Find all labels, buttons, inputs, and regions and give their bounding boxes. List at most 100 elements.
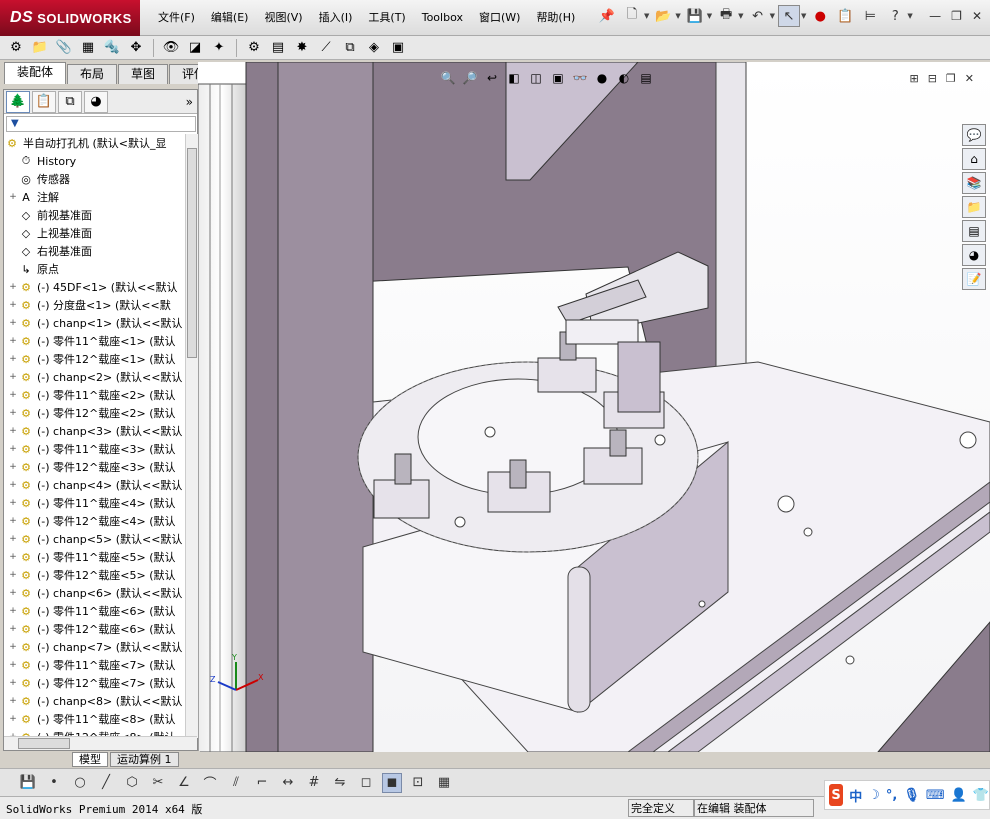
tree-node[interactable]: + ⚙ (-) 零件11^载座<6> (默认 <box>4 602 184 620</box>
expand-toggle-icon[interactable]: + <box>8 660 18 670</box>
grid-icon[interactable]: # <box>304 773 324 793</box>
tree-node[interactable]: + ⚙ (-) 零件12^载座<5> (默认 <box>4 566 184 584</box>
display-style-icon[interactable]: ▣ <box>550 70 566 86</box>
zoom-to-area-icon[interactable]: 🔎 <box>462 70 478 86</box>
tree-node[interactable]: + ⚙ (-) chanp<6> (默认<<默认 <box>4 584 184 602</box>
tree-node[interactable]: + ⚙ (-) 零件11^载座<2> (默认 <box>4 386 184 404</box>
edit-component-icon[interactable]: ⚙ <box>6 38 26 58</box>
expand-toggle-icon[interactable]: + <box>8 192 18 202</box>
expand-toggle-icon[interactable]: + <box>8 300 18 310</box>
bill-of-materials-icon[interactable]: ▤ <box>268 38 288 58</box>
expand-toggle-icon[interactable]: + <box>8 624 18 634</box>
expand-toggle-icon[interactable]: + <box>8 714 18 724</box>
tree-node[interactable]: + ⚙ (-) 零件12^载座<3> (默认 <box>4 458 184 476</box>
apply-scene-icon[interactable]: ◐ <box>616 70 632 86</box>
edit-appearance-icon[interactable]: ● <box>594 70 610 86</box>
new-document-icon[interactable]: 🗋 <box>621 5 643 27</box>
tree-node[interactable]: + A 注解 <box>4 188 184 206</box>
polygon-icon[interactable]: ⬡ <box>122 773 142 793</box>
tree-node[interactable]: + ⚙ (-) chanp<1> (默认<<默认 <box>4 314 184 332</box>
table-icon[interactable]: ▦ <box>434 773 454 793</box>
command-tab[interactable]: 装配体 <box>4 62 67 84</box>
menu-item[interactable]: 工具(T) <box>360 9 413 27</box>
expand-toggle-icon[interactable]: + <box>8 354 18 364</box>
section-view-icon[interactable]: ◧ <box>506 70 522 86</box>
restore-icon[interactable]: ❐ <box>951 9 962 23</box>
property-manager-tab-icon[interactable]: 📋 <box>32 90 56 113</box>
display-manager-tab-icon[interactable]: ◕ <box>84 90 108 113</box>
menu-item[interactable]: 视图(V) <box>256 9 310 27</box>
rebuild-traffic-light-icon[interactable]: ● <box>809 5 831 27</box>
cube-outline-icon[interactable]: ◻ <box>356 773 376 793</box>
command-tab[interactable]: 草图 <box>118 64 169 84</box>
tree-node[interactable]: + ⚙ (-) chanp<3> (默认<<默认 <box>4 422 184 440</box>
expand-toggle-icon[interactable]: + <box>8 642 18 652</box>
configuration-manager-tab-icon[interactable]: ⧉ <box>58 90 82 113</box>
expand-toggle-icon[interactable]: + <box>8 444 18 454</box>
tree-node[interactable]: ⚙ 半自动打孔机 (默认<默认_显 <box>4 134 184 152</box>
dimension-icon[interactable]: ↔ <box>278 773 298 793</box>
sogou-logo-icon[interactable]: S <box>829 784 844 806</box>
tree-node[interactable]: + ⚙ (-) chanp<5> (默认<<默认 <box>4 530 184 548</box>
save-icon[interactable]: 💾 <box>18 773 38 793</box>
pin-icon[interactable]: 📌 <box>596 5 618 27</box>
model-tab[interactable]: 运动算例 1 <box>110 751 179 767</box>
user-icon[interactable]: 👤 <box>951 788 967 803</box>
new-dropdown-icon[interactable]: ▼ <box>644 12 649 20</box>
save-icon[interactable]: 💾 <box>684 5 706 27</box>
half-width-moon-icon[interactable]: ☽ <box>868 788 880 803</box>
tree-node[interactable]: + ⚙ (-) 45DF<1> (默认<<默认 <box>4 278 184 296</box>
expand-toggle-icon[interactable]: + <box>8 696 18 706</box>
expand-toggle-icon[interactable]: + <box>8 390 18 400</box>
select-dropdown-icon[interactable]: ▼ <box>801 12 806 20</box>
tree-node[interactable]: + ⚙ (-) 零件11^载座<5> (默认 <box>4 548 184 566</box>
home-icon[interactable]: ⌂ <box>962 148 986 170</box>
print-dropdown-icon[interactable]: ▼ <box>738 12 743 20</box>
expand-toggle-icon[interactable]: + <box>8 570 18 580</box>
design-library-icon[interactable]: 📚 <box>962 172 986 194</box>
expand-toggle-icon[interactable]: + <box>8 336 18 346</box>
show-hidden-components-icon[interactable]: 👁 <box>161 38 181 58</box>
tree-node[interactable]: + ⚙ (-) 零件11^载座<4> (默认 <box>4 494 184 512</box>
shaded-cube-icon[interactable]: ◼ <box>382 772 402 793</box>
feature-tree-tab-icon[interactable]: 🌲 <box>6 90 30 113</box>
tree-horizontal-scrollbar[interactable] <box>4 736 197 750</box>
graphics-area[interactable]: Y X Z <box>198 62 990 752</box>
interference-detection-icon[interactable]: ⧉ <box>340 38 360 58</box>
circle-icon[interactable]: ○ <box>70 773 90 793</box>
tree-node[interactable]: + ⚙ (-) chanp<8> (默认<<默认 <box>4 692 184 710</box>
hide-show-items-icon[interactable]: 👓 <box>572 70 588 86</box>
keyboard-icon[interactable]: ⌨ <box>926 788 945 803</box>
instant3d-icon[interactable]: ▣ <box>388 38 408 58</box>
line-icon[interactable]: ╱ <box>96 773 116 793</box>
tree-node[interactable]: ◇ 右视基准面 <box>4 242 184 260</box>
expand-panel-icon[interactable]: » <box>186 95 193 109</box>
clearance-verification-icon[interactable]: ◈ <box>364 38 384 58</box>
doc-restore-icon[interactable]: ❐ <box>946 72 956 85</box>
open-folder-icon[interactable]: 📂 <box>652 5 674 27</box>
tree-node[interactable]: ◇ 上视基准面 <box>4 224 184 242</box>
close-icon[interactable]: ✕ <box>972 9 982 23</box>
tree-node[interactable]: ◇ 前视基准面 <box>4 206 184 224</box>
point-icon[interactable]: • <box>44 773 64 793</box>
tree-node[interactable]: + ⚙ (-) 零件11^载座<1> (默认 <box>4 332 184 350</box>
scroll-thumb[interactable] <box>18 738 70 749</box>
insert-component-icon[interactable]: 📁 <box>30 38 50 58</box>
options-icon[interactable]: ⊨ <box>859 5 881 27</box>
measure-icon[interactable]: ⊡ <box>408 773 428 793</box>
expand-toggle-icon[interactable]: + <box>8 552 18 562</box>
tree-vertical-scrollbar[interactable] <box>185 134 198 738</box>
exploded-view-icon[interactable]: ✸ <box>292 38 312 58</box>
tree-node[interactable]: + ⚙ (-) chanp<7> (默认<<默认 <box>4 638 184 656</box>
new-motion-study-icon[interactable]: ⚙ <box>244 38 264 58</box>
ime-mode[interactable]: 中 <box>849 786 862 805</box>
menu-item[interactable]: 文件(F) <box>150 9 203 27</box>
custom-properties-icon[interactable]: 📝 <box>962 268 986 290</box>
trim-icon[interactable]: ✂ <box>148 773 168 793</box>
tree-node[interactable]: + ⚙ (-) 零件11^载座<8> (默认 <box>4 710 184 728</box>
expand-toggle-icon[interactable]: + <box>8 678 18 688</box>
minimize-icon[interactable]: — <box>929 9 941 23</box>
tree-node[interactable]: + ⚙ (-) 分度盘<1> (默认<<默 <box>4 296 184 314</box>
view-palette-icon[interactable]: ▤ <box>962 220 986 242</box>
cad-model-view[interactable]: Y X Z <box>198 62 990 752</box>
